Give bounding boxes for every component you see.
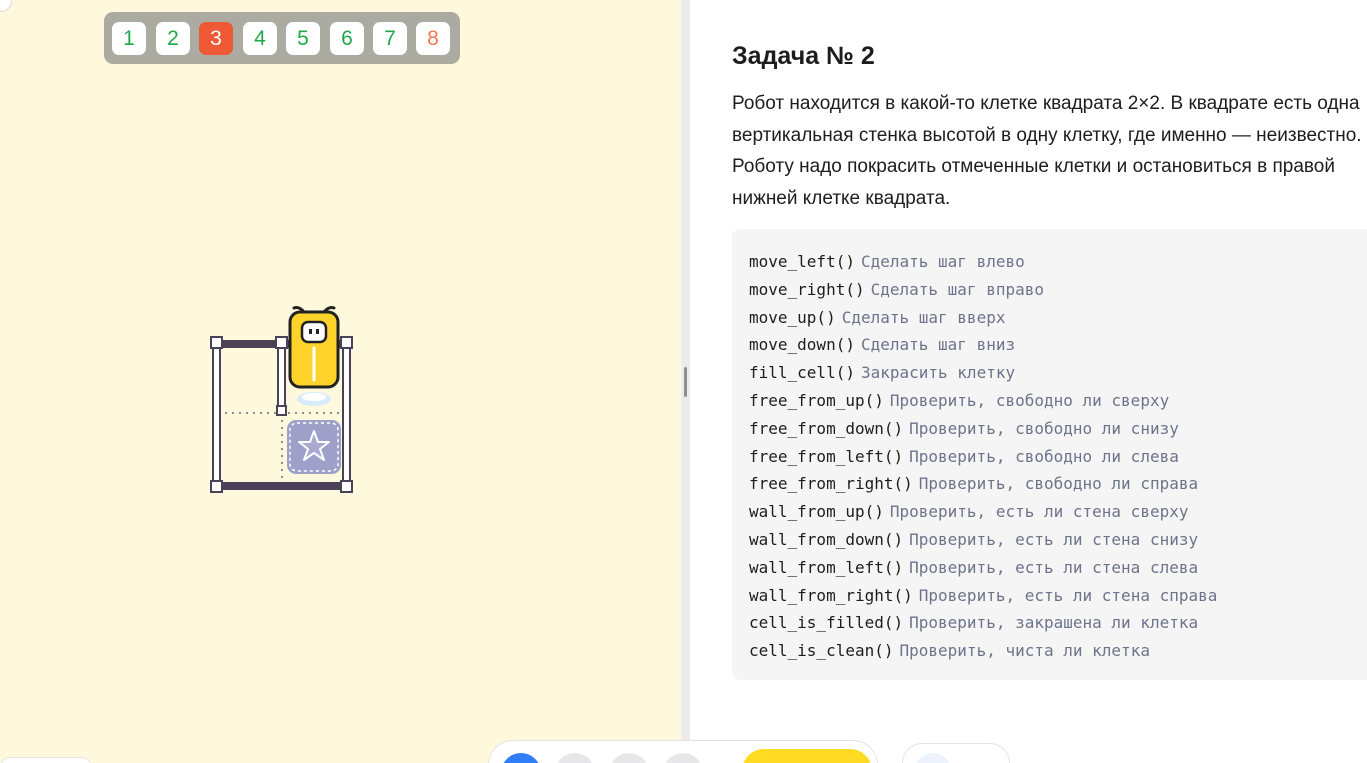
command-line: move_up() Сделать шаг вверх [749, 304, 1367, 332]
level-button-2[interactable]: 2 [156, 22, 190, 55]
command-line: move_right() Сделать шаг вправо [749, 276, 1367, 304]
command-description: Проверить, свободно ли сверху [889, 390, 1170, 410]
wall-post [340, 480, 353, 493]
task-title: Задача № 2 [732, 42, 875, 70]
marked-cell [287, 420, 341, 474]
task-description-line: вертикальная стенка высотой в одну клетк… [732, 124, 1362, 146]
robot [288, 306, 340, 406]
command-line: wall_from_down() Проверить, есть ли стена… [749, 526, 1367, 554]
wall-right [342, 339, 351, 491]
level-button-3[interactable]: 3 [199, 22, 233, 55]
command-name: move_left() [749, 252, 855, 271]
commands-reference: move_left() Сделать шаг влево move_right(… [732, 229, 1367, 680]
bottom-pill-button[interactable] [902, 743, 1010, 763]
toolbar-button-1[interactable] [501, 753, 541, 763]
splitter-handle[interactable] [684, 367, 687, 397]
bottom-pill-icon [915, 753, 951, 763]
command-description: Сделать шаг вниз [860, 335, 1016, 355]
command-description: Проверить, свободно ли снизу [909, 418, 1179, 438]
command-name: move_right() [749, 279, 865, 299]
wall-post [275, 336, 288, 349]
command-name: wall_from_down() [749, 529, 904, 549]
command-description: Проверить, свободно ли справа [918, 474, 1199, 494]
run-button[interactable] [742, 749, 872, 763]
command-line: move_left() Сделать шаг влево [749, 248, 1367, 276]
command-name: move_down() [749, 335, 855, 355]
wall-inner-vertical [277, 339, 286, 414]
command-name: fill_cell() [749, 363, 855, 383]
level-button-1[interactable]: 1 [112, 22, 146, 55]
command-description: Проверить, свободно ли слева [909, 446, 1179, 466]
command-line: free_from_down() Проверить, свободно ли с… [749, 415, 1367, 443]
command-description: Проверить, закрашена ли клетка [909, 613, 1199, 633]
command-name: free_from_down() [749, 418, 904, 438]
toolbar-button-4[interactable] [663, 753, 703, 763]
level-button-7[interactable]: 7 [373, 22, 407, 55]
command-name: cell_is_filled() [749, 613, 904, 633]
command-line: wall_from_up() Проверить, есть ли стена с… [749, 498, 1367, 526]
level-button-4[interactable]: 4 [243, 22, 277, 55]
task-description-line: Робот находится в какой-то клетке квадра… [732, 93, 1360, 114]
level-button-8[interactable]: 8 [416, 22, 450, 55]
command-line: wall_from_left() Проверить, есть ли стена… [749, 554, 1367, 582]
task-pane: Задача № 2 Робот находится в какой-то кл… [690, 0, 1367, 763]
command-name: wall_from_up() [749, 502, 884, 522]
command-line: free_from_left() Проверить, свободно ли с… [749, 443, 1367, 471]
wall-post [340, 336, 353, 349]
zoom-control[interactable] [0, 757, 92, 763]
wall-post [210, 336, 223, 349]
command-description: Проверить, есть ли стена слева [909, 557, 1199, 577]
command-name: free_from_right() [749, 474, 913, 494]
command-description: Проверить, есть ли стена справа [918, 585, 1218, 605]
toolbar-button-2[interactable] [555, 753, 595, 763]
command-line: cell_is_filled() Проверить, закрашена ли … [749, 609, 1367, 637]
command-description: Проверить, есть ли стена сверху [889, 502, 1189, 522]
wall-post [210, 480, 223, 493]
command-description: Сделать шаг влево [860, 252, 1025, 271]
command-name: free_from_left() [749, 446, 904, 466]
command-line: fill_cell() Закрасить клетку [749, 359, 1367, 387]
command-line: free_from_up() Проверить, свободно ли све… [749, 387, 1367, 415]
task-description: Робот находится в какой-то клетке квадра… [732, 88, 1367, 214]
command-name: wall_from_right() [749, 585, 913, 605]
command-name: wall_from_left() [749, 557, 904, 577]
command-description: Сделать шаг вправо [870, 279, 1044, 299]
command-line: cell_is_clean() Проверить, чиста ли клетк… [749, 637, 1367, 665]
toolbar-button-3[interactable] [609, 753, 649, 763]
bottom-toolbar [488, 740, 878, 763]
command-name: move_up() [749, 307, 836, 327]
wall-left [212, 339, 221, 491]
command-name: cell_is_clean() [749, 641, 894, 661]
command-description: Проверить, есть ли стена снизу [909, 529, 1199, 549]
command-line: free_from_right() Проверить, свободно ли … [749, 470, 1367, 498]
task-description-line: нижней клетке квадрата. [732, 187, 951, 209]
command-description: Проверить, чиста ли клетка [899, 641, 1150, 661]
command-description: Закрасить клетку [860, 363, 1016, 383]
command-name: free_from_up() [749, 390, 884, 410]
task-description-line: Роботу надо покрасить отмеченные клетки … [732, 156, 1335, 177]
command-line: move_down() Сделать шаг вниз [749, 331, 1367, 359]
command-line: wall_from_right() Проверить, есть ли стен… [749, 582, 1367, 610]
level-button-6[interactable]: 6 [330, 22, 364, 55]
pane-splitter[interactable] [681, 0, 690, 763]
corner-control[interactable] [0, 0, 12, 12]
level-selector: 1 2 3 4 5 6 7 8 [104, 12, 460, 64]
level-button-5[interactable]: 5 [286, 22, 320, 55]
command-description: Сделать шаг вверх [841, 307, 1006, 327]
wall-post [276, 405, 287, 416]
wall-bottom [214, 482, 348, 490]
robot-field-pane: 1 2 3 4 5 6 7 8 [0, 0, 681, 763]
robot-field [210, 306, 353, 493]
